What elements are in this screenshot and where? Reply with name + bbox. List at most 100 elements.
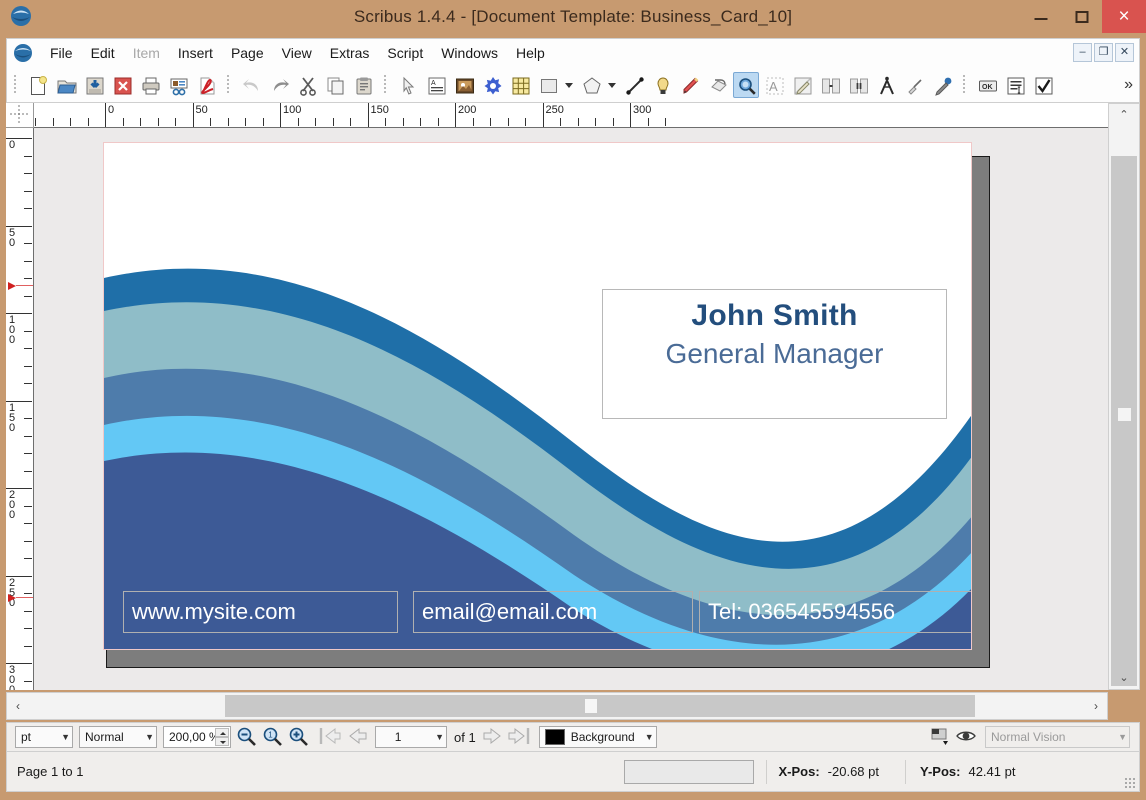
vertical-scrollbar-thumb[interactable] xyxy=(1111,156,1137,686)
menu-edit[interactable]: Edit xyxy=(82,39,124,68)
insert-text-frame-icon[interactable]: A xyxy=(423,72,449,98)
print-preview-icon[interactable] xyxy=(165,72,191,98)
insert-image-frame-icon[interactable] xyxy=(451,72,477,98)
menu-page[interactable]: Page xyxy=(222,39,273,68)
zoom-out-icon[interactable] xyxy=(235,725,261,749)
zoom-tool-icon[interactable] xyxy=(733,72,759,98)
contact-text-frame[interactable]: Tel: 036545594556 xyxy=(699,591,972,633)
close-document-icon[interactable] xyxy=(109,72,135,98)
ruler-tick xyxy=(245,118,246,126)
menu-file[interactable]: File xyxy=(41,39,82,68)
unit-select[interactable]: pt▼ xyxy=(15,726,73,748)
new-document-icon[interactable] xyxy=(25,72,51,98)
preview-mode-icon[interactable] xyxy=(929,725,955,749)
document-page[interactable]: John Smith General Manager www.mysite.co… xyxy=(103,142,972,650)
document-canvas[interactable]: John Smith General Manager www.mysite.co… xyxy=(34,128,1108,690)
scroll-down-button[interactable]: ⌄ xyxy=(1109,667,1139,689)
horizontal-scrollbar-thumb[interactable] xyxy=(225,695,975,717)
page-number-select[interactable]: 1▼ xyxy=(375,726,447,748)
horizontal-scrollbar[interactable]: ‹ › xyxy=(6,692,1108,720)
first-page-icon[interactable] xyxy=(319,725,345,749)
rotate-item-icon[interactable] xyxy=(705,72,731,98)
mdi-close-button[interactable]: ✕ xyxy=(1115,43,1134,62)
link-text-frames-icon[interactable] xyxy=(817,72,843,98)
next-page-icon[interactable] xyxy=(481,725,507,749)
pdf-check-box-icon[interactable] xyxy=(1030,72,1056,98)
undo-icon[interactable] xyxy=(238,72,264,98)
scroll-up-button[interactable]: ⌃ xyxy=(1109,104,1139,126)
toolbar-overflow-button[interactable]: » xyxy=(1124,76,1133,94)
eyedropper-icon[interactable] xyxy=(929,72,955,98)
quality-select[interactable]: Normal▼ xyxy=(79,726,157,748)
vision-select[interactable]: Normal Vision▼ xyxy=(985,726,1130,748)
paste-icon[interactable] xyxy=(350,72,376,98)
insert-bezier-icon[interactable] xyxy=(649,72,675,98)
contact-text-frame[interactable]: email@email.com xyxy=(413,591,693,633)
name-text-frame[interactable]: John Smith General Manager xyxy=(602,289,947,419)
ypos-label: Y-Pos: xyxy=(920,764,960,779)
unlink-text-frames-icon[interactable] xyxy=(845,72,871,98)
polygon-dropdown-arrow-icon[interactable] xyxy=(605,72,618,98)
edit-text-story-editor-icon[interactable] xyxy=(789,72,815,98)
ypos-value: 42.41 pt xyxy=(968,764,1015,779)
freehand-line-icon[interactable] xyxy=(677,72,703,98)
ruler-tick xyxy=(53,118,54,126)
horizontal-ruler[interactable]: 050100150200250300 xyxy=(34,103,1108,128)
open-document-icon[interactable] xyxy=(53,72,79,98)
page-total-label: of 1 xyxy=(454,730,476,745)
stepper-up[interactable] xyxy=(215,728,229,737)
menu-script[interactable]: Script xyxy=(378,39,432,68)
insert-line-icon[interactable] xyxy=(621,72,647,98)
stepper-down[interactable] xyxy=(215,737,229,746)
resize-grip[interactable] xyxy=(1124,777,1135,788)
contact-text-frame[interactable]: www.mysite.com xyxy=(123,591,398,633)
eye-icon[interactable] xyxy=(955,725,981,749)
ruler-tick xyxy=(613,118,614,126)
menu-view[interactable]: View xyxy=(273,39,321,68)
menu-extras[interactable]: Extras xyxy=(321,39,379,68)
pdf-push-button-icon[interactable]: OK xyxy=(974,72,1000,98)
zoom-level-input[interactable]: 200,00 % xyxy=(163,726,231,748)
copy-item-properties-icon[interactable] xyxy=(901,72,927,98)
zoom-100-icon[interactable]: 1 xyxy=(261,725,287,749)
menu-help[interactable]: Help xyxy=(507,39,554,68)
print-icon[interactable] xyxy=(137,72,163,98)
mdi-minimize-button[interactable]: – xyxy=(1073,43,1092,62)
measurements-icon[interactable] xyxy=(873,72,899,98)
menu-insert[interactable]: Insert xyxy=(169,39,222,68)
copy-icon[interactable] xyxy=(322,72,348,98)
window-close-button[interactable]: × xyxy=(1102,0,1146,33)
select-item-icon[interactable] xyxy=(395,72,421,98)
redo-icon[interactable] xyxy=(266,72,292,98)
scroll-left-button[interactable]: ‹ xyxy=(7,693,29,719)
insert-render-frame-icon[interactable] xyxy=(479,72,505,98)
cut-icon[interactable] xyxy=(294,72,320,98)
export-pdf-icon[interactable] xyxy=(193,72,219,98)
last-page-icon[interactable] xyxy=(507,725,533,749)
edit-contents-icon[interactable]: A xyxy=(761,72,787,98)
vertical-scrollbar[interactable]: ⌃ ⌄ xyxy=(1108,103,1140,690)
toolbar-grip[interactable] xyxy=(224,73,233,97)
menu-windows[interactable]: Windows xyxy=(432,39,507,68)
insert-shape-icon[interactable] xyxy=(535,72,561,98)
insert-table-icon[interactable] xyxy=(507,72,533,98)
insert-polygon-icon[interactable] xyxy=(578,72,604,98)
mdi-restore-button[interactable]: ❐ xyxy=(1094,43,1113,62)
save-document-icon[interactable] xyxy=(81,72,107,98)
toolbar-grip[interactable] xyxy=(11,73,20,97)
window-minimize-button[interactable] xyxy=(1020,0,1062,33)
previous-page-icon[interactable] xyxy=(345,725,371,749)
scroll-right-button[interactable]: › xyxy=(1085,693,1107,719)
ruler-label: 250 xyxy=(546,104,564,116)
toolbar-grip[interactable] xyxy=(960,73,969,97)
ruler-tick xyxy=(105,103,106,127)
zoom-in-icon[interactable] xyxy=(287,725,313,749)
pdf-text-field-icon[interactable] xyxy=(1002,72,1028,98)
zoom-stepper[interactable] xyxy=(215,728,229,746)
vertical-ruler[interactable]: 050100150200250300 xyxy=(6,128,34,690)
shape-dropdown-arrow-icon[interactable] xyxy=(562,72,575,98)
toolbar-grip[interactable] xyxy=(381,73,390,97)
window-maximize-button[interactable] xyxy=(1062,0,1102,33)
layer-select[interactable]: Background▼ xyxy=(539,726,657,748)
ruler-corner[interactable] xyxy=(6,103,34,128)
